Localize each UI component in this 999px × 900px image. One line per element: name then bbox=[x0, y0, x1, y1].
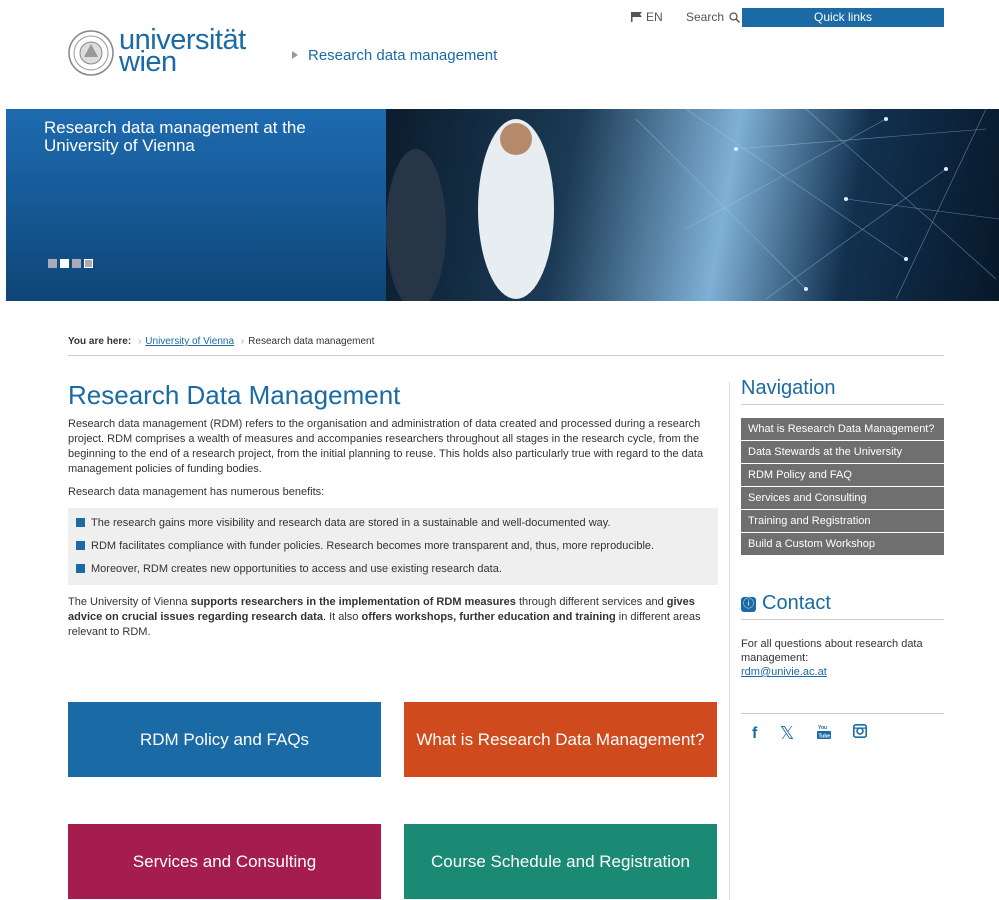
support-bold: offers workshops, further education and … bbox=[361, 611, 616, 623]
social-divider bbox=[741, 713, 944, 714]
info-icon: ⓘ bbox=[741, 597, 756, 612]
list-item: RDM facilitates compliance with funder p… bbox=[76, 535, 718, 558]
facebook-icon[interactable]: f bbox=[752, 725, 757, 743]
contact-description: For all questions about research data ma… bbox=[741, 638, 923, 664]
slider-controls bbox=[48, 255, 96, 273]
main-content: Research Data Management Research data m… bbox=[68, 380, 718, 648]
slide-dot[interactable] bbox=[72, 259, 81, 268]
search-label: Search bbox=[686, 10, 725, 24]
bullet-icon bbox=[76, 541, 85, 550]
sidebar-nav: What is Research Data Management? Data S… bbox=[741, 418, 944, 556]
benefit-text: Moreover, RDM creates new opportunities … bbox=[91, 563, 502, 575]
sidebar-item-what-is-rdm[interactable]: What is Research Data Management? bbox=[741, 418, 944, 441]
contact-info: For all questions about research data ma… bbox=[741, 637, 944, 679]
quick-links-button[interactable]: Quick links bbox=[742, 8, 944, 27]
benefits-intro: Research data management has numerous be… bbox=[68, 486, 325, 498]
support-text: . It also bbox=[322, 611, 362, 623]
svg-text:Tube: Tube bbox=[818, 734, 830, 740]
section-title: Research data management bbox=[308, 47, 498, 64]
contact-heading: ⓘ Contact bbox=[741, 592, 944, 620]
support-bold: supports researchers in the implementati… bbox=[190, 596, 516, 608]
breadcrumb: You are here: › University of Vienna › Res… bbox=[68, 336, 944, 356]
contact-title-text: Contact bbox=[762, 592, 831, 614]
sidebar-item-services[interactable]: Services and Consulting bbox=[741, 487, 944, 510]
bullet-icon bbox=[76, 518, 85, 527]
sidebar-item-workshop[interactable]: Build a Custom Workshop bbox=[741, 533, 944, 556]
support-text: The University of Vienna bbox=[68, 596, 191, 608]
section-title-link[interactable]: Research data management bbox=[292, 47, 497, 64]
intro-paragraph: Research data management (RDM) refers to… bbox=[68, 418, 704, 475]
hero-image bbox=[386, 109, 999, 301]
instagram-icon[interactable] bbox=[853, 724, 868, 743]
flag-icon bbox=[631, 11, 643, 22]
benefits-list: The research gains more visibility and r… bbox=[68, 508, 718, 585]
tile-services-consulting[interactable]: Services and Consulting bbox=[68, 824, 381, 899]
search-icon bbox=[727, 10, 741, 24]
sidebar-item-data-stewards[interactable]: Data Stewards at the University bbox=[741, 441, 944, 464]
social-links: f 𝕏 You Tube bbox=[752, 723, 885, 744]
sidebar-divider bbox=[729, 382, 730, 900]
breadcrumb-current: Research data management bbox=[248, 336, 375, 347]
breadcrumb-separator-icon: › bbox=[137, 336, 142, 347]
youtube-icon[interactable]: You Tube bbox=[816, 723, 831, 744]
sidebar-item-policy-faq[interactable]: RDM Policy and FAQ bbox=[741, 464, 944, 487]
support-text: through different services and bbox=[515, 596, 667, 608]
navigation-heading: Navigation bbox=[741, 377, 944, 405]
slide-dot-active[interactable] bbox=[60, 259, 69, 268]
breadcrumb-prefix: You are here: bbox=[68, 336, 132, 347]
search-link[interactable]: Search bbox=[686, 10, 741, 24]
support-paragraph: The University of Vienna supports resear… bbox=[68, 595, 718, 640]
tile-course-schedule[interactable]: Course Schedule and Registration bbox=[404, 824, 717, 899]
university-seal-logo[interactable] bbox=[68, 30, 114, 76]
list-item: The research gains more visibility and r… bbox=[76, 512, 718, 535]
hero-title: Research data management at the Universi… bbox=[44, 118, 306, 155]
sidebar-item-training[interactable]: Training and Registration bbox=[741, 510, 944, 533]
tile-rdm-policy[interactable]: RDM Policy and FAQs bbox=[68, 702, 381, 777]
benefit-text: RDM facilitates compliance with funder p… bbox=[91, 540, 655, 552]
triangle-right-icon bbox=[292, 51, 298, 59]
breadcrumb-link-university[interactable]: University of Vienna bbox=[145, 336, 234, 347]
benefit-text: The research gains more visibility and r… bbox=[91, 517, 611, 529]
pause-icon[interactable] bbox=[84, 259, 93, 268]
hero-banner: Research data management at the Universi… bbox=[6, 109, 999, 301]
contact-email-link[interactable]: rdm@univie.ac.at bbox=[741, 666, 827, 678]
page-title: Research Data Management bbox=[68, 380, 401, 410]
language-label: EN bbox=[646, 10, 663, 24]
bullet-icon bbox=[76, 564, 85, 573]
language-switch[interactable]: EN bbox=[631, 10, 663, 24]
list-item: Moreover, RDM creates new opportunities … bbox=[76, 558, 718, 581]
slide-dot[interactable] bbox=[48, 259, 57, 268]
x-twitter-icon[interactable]: 𝕏 bbox=[780, 723, 795, 744]
svg-text:You: You bbox=[818, 725, 827, 731]
tile-what-is-rdm[interactable]: What is Research Data Management? bbox=[404, 702, 717, 777]
university-wordmark[interactable]: universität wien bbox=[119, 26, 246, 77]
breadcrumb-separator-icon: › bbox=[240, 336, 245, 347]
